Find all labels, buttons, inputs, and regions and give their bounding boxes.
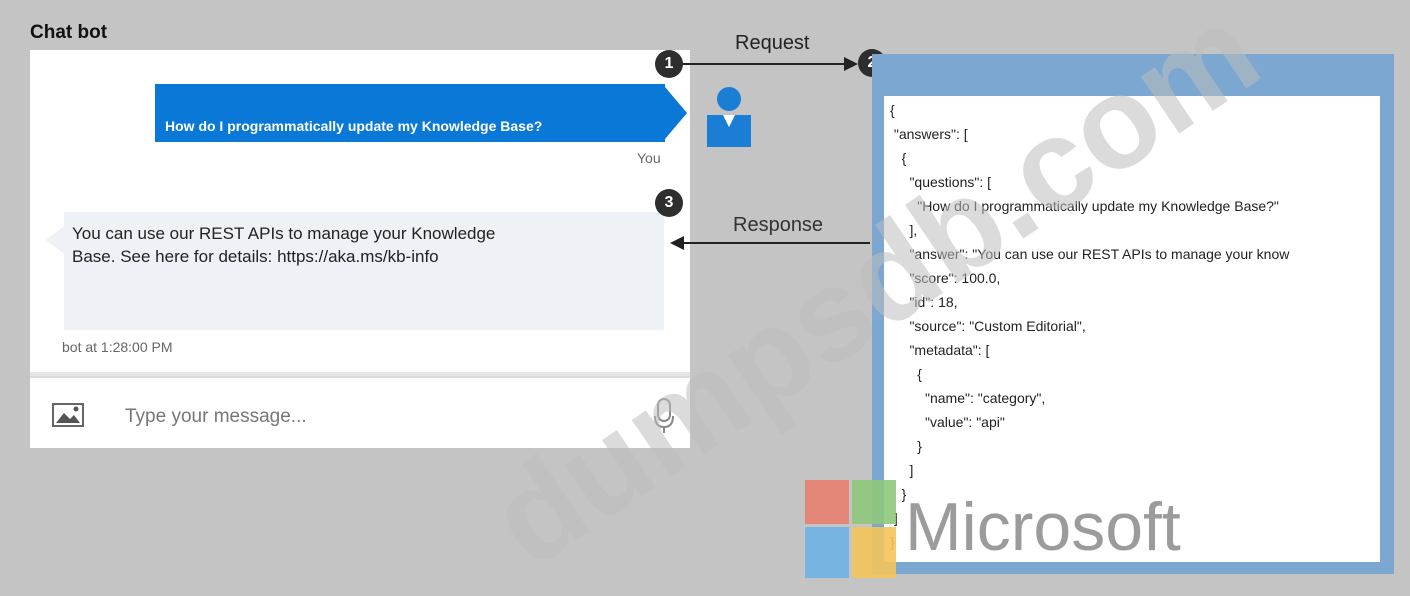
json-line: { <box>890 102 895 118</box>
microsoft-logo-text: Microsoft <box>905 489 1181 565</box>
json-line: "score": 100.0, <box>890 270 1001 286</box>
json-line: } <box>890 438 922 454</box>
json-line: "answer": "You can use our REST APIs to … <box>890 246 1290 262</box>
json-line: { <box>890 150 907 166</box>
json-line: ] <box>890 462 914 478</box>
json-line: "id": 18, <box>890 294 958 310</box>
request-label: Request <box>735 32 810 54</box>
response-label: Response <box>733 214 824 236</box>
json-line: "value": "api" <box>890 414 1005 430</box>
diagram-canvas: Chat bot How do I programmatically updat… <box>0 0 1410 594</box>
json-line: "questions": [ <box>890 174 991 190</box>
response-arrowhead <box>670 236 684 250</box>
json-line: "name": "category", <box>890 390 1046 406</box>
request-arrowhead <box>844 57 858 71</box>
json-line: { <box>890 366 922 382</box>
json-line: "How do I programmatically update my Kno… <box>890 198 1279 214</box>
json-line: "answers": [ <box>890 126 968 142</box>
step-marker-1: 1 <box>655 50 683 78</box>
step-marker-3: 3 <box>655 189 683 217</box>
json-line: ], <box>890 222 918 238</box>
json-line: "metadata": [ <box>890 342 990 358</box>
json-line: "source": "Custom Editorial", <box>890 318 1086 334</box>
